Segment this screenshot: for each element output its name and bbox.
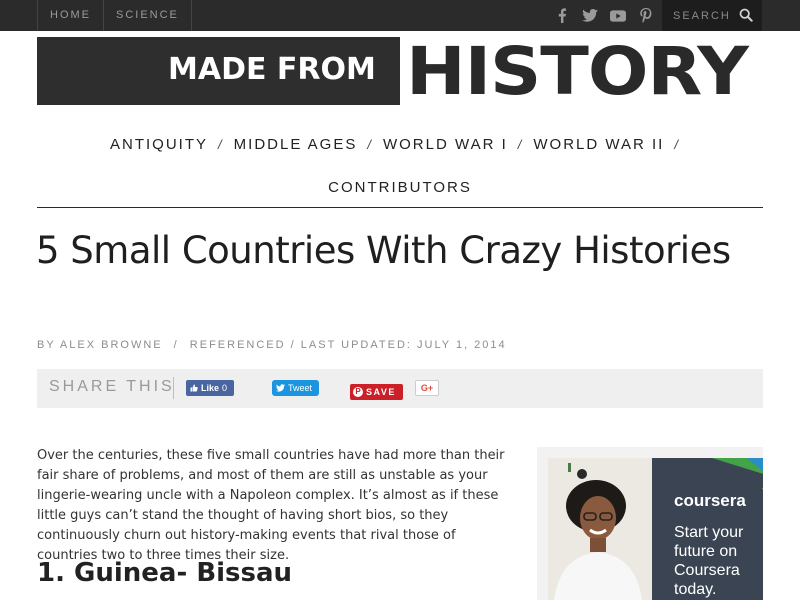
tweet-label: Tweet — [288, 383, 313, 393]
social-links — [548, 0, 660, 31]
last-updated: LAST UPDATED: JULY 1, 2014 — [300, 339, 507, 351]
share-bar: SHARE THIS Like 0 Tweet P SAVE G+ — [37, 369, 763, 408]
top-bar: HOME SCIENCE — [0, 0, 800, 31]
nav-antiquity[interactable]: ANTIQUITY — [110, 136, 208, 153]
facebook-like-button[interactable]: Like 0 — [186, 380, 234, 396]
tag-link[interactable]: REFERENCED — [190, 339, 286, 351]
twitter-icon[interactable] — [576, 0, 604, 31]
share-label: SHARE THIS — [49, 378, 175, 395]
thumbs-up-icon — [190, 384, 198, 392]
meta-separator: / — [290, 339, 296, 351]
article-meta: BY ALEX BROWNE / REFERENCED / LAST UPDAT… — [37, 339, 507, 351]
search-box — [662, 0, 762, 31]
nav-divider — [37, 207, 763, 208]
tweet-button[interactable]: Tweet — [272, 380, 319, 396]
facebook-icon[interactable] — [548, 0, 576, 31]
meta-separator: / — [173, 339, 179, 351]
nav-separator: / — [674, 136, 680, 152]
nav-world-war-i[interactable]: WORLD WAR I — [383, 136, 508, 153]
nav-separator: / — [517, 136, 524, 152]
logo-text-history[interactable]: HISTORY — [406, 33, 749, 111]
pinterest-icon[interactable] — [632, 0, 660, 31]
pinterest-save-label: SAVE — [366, 387, 396, 397]
search-input[interactable] — [662, 0, 738, 31]
article-title: 5 Small Countries With Crazy Histories — [36, 229, 731, 272]
nav-separator: / — [367, 136, 373, 152]
author-link[interactable]: BY ALEX BROWNE — [37, 339, 163, 351]
coursera-logo: coursera — [674, 491, 746, 510]
coursera-ad[interactable]: coursera Start your future on Coursera t… — [537, 447, 763, 600]
twitter-bird-icon — [276, 384, 285, 392]
facebook-like-label: Like — [201, 383, 220, 393]
nav-contributors[interactable]: CONTRIBUTORS — [328, 179, 472, 196]
top-nav: HOME SCIENCE — [37, 0, 192, 31]
search-icon[interactable] — [739, 8, 753, 22]
article-intro: Over the centuries, these five small cou… — [37, 448, 505, 563]
top-nav-science[interactable]: SCIENCE — [103, 0, 192, 31]
pinterest-save-button[interactable]: P SAVE — [350, 384, 403, 400]
main-nav: ANTIQUITY / MIDDLE AGES / WORLD WAR I / … — [0, 134, 800, 154]
section-heading: 1. Guinea- Bissau — [37, 558, 293, 588]
logo-text-made-from[interactable]: MADE FROM — [168, 52, 376, 87]
youtube-icon[interactable] — [604, 0, 632, 31]
top-nav-home[interactable]: HOME — [37, 0, 103, 31]
nav-separator: / — [218, 136, 224, 152]
ad-copy: Start your future on Coursera today. — [674, 524, 744, 598]
main-nav-row-2: CONTRIBUTORS — [0, 177, 800, 197]
google-plus-button[interactable]: G+ — [415, 380, 439, 396]
facebook-like-count: 0 — [222, 383, 228, 393]
nav-world-war-ii[interactable]: WORLD WAR II — [533, 136, 664, 153]
pinterest-icon: P — [353, 387, 363, 397]
share-divider — [173, 377, 174, 399]
nav-middle-ages[interactable]: MIDDLE AGES — [234, 136, 358, 153]
ad-photo — [548, 458, 656, 600]
